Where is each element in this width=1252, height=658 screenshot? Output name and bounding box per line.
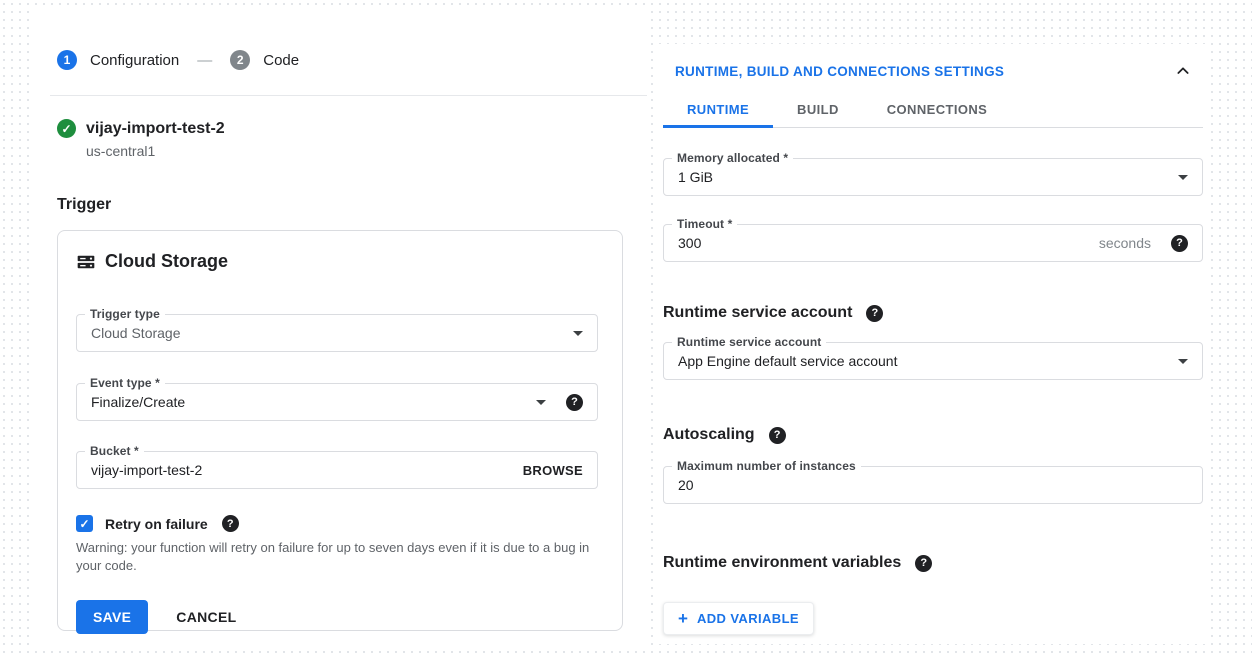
function-header: ✓ vijay-import-test-2 <box>57 119 623 138</box>
chevron-up-icon[interactable] <box>1175 63 1191 79</box>
service-account-help-icon[interactable]: ? <box>866 305 883 322</box>
dropdown-arrow-icon[interactable] <box>1178 175 1188 180</box>
memory-allocated-field[interactable]: Memory allocated * 1 GiB <box>663 158 1203 196</box>
function-region: us-central1 <box>86 143 623 159</box>
check-icon: ✓ <box>57 119 76 138</box>
stepper-separator: — <box>197 52 212 69</box>
service-account-field[interactable]: Runtime service account App Engine defau… <box>663 342 1203 380</box>
trigger-type-field[interactable]: Trigger type Cloud Storage <box>76 314 598 352</box>
retry-checkbox[interactable]: ✓ <box>76 515 93 532</box>
max-instances-value[interactable]: 20 <box>678 477 1188 493</box>
max-instances-field[interactable]: Maximum number of instances 20 <box>663 466 1203 504</box>
stepper: 1 Configuration — 2 Code <box>57 50 623 70</box>
dropdown-arrow-icon[interactable] <box>1178 359 1188 364</box>
env-vars-help-icon[interactable]: ? <box>915 555 932 572</box>
bucket-value[interactable]: vijay-import-test-2 <box>91 462 523 478</box>
tab-runtime[interactable]: RUNTIME <box>663 92 773 128</box>
autoscaling-help-icon[interactable]: ? <box>769 427 786 444</box>
configuration-panel: 1 Configuration — 2 Code ✓ vijay-import-… <box>32 8 648 650</box>
timeout-value[interactable]: 300 <box>678 235 1099 251</box>
step-2-circle[interactable]: 2 <box>230 50 250 70</box>
settings-panel: RUNTIME, BUILD AND CONNECTIONS SETTINGS … <box>658 44 1208 644</box>
timeout-help-icon[interactable]: ? <box>1171 235 1188 252</box>
tab-build[interactable]: BUILD <box>773 92 863 128</box>
trigger-card: Cloud Storage Trigger type Cloud Storage… <box>57 230 623 631</box>
trigger-type-value: Cloud Storage <box>91 325 573 341</box>
max-instances-label: Maximum number of instances <box>672 459 861 473</box>
timeout-label: Timeout * <box>672 217 737 231</box>
retry-help-icon[interactable]: ? <box>222 515 239 532</box>
step-2-label[interactable]: Code <box>263 52 299 69</box>
event-type-help-icon[interactable]: ? <box>566 394 583 411</box>
event-type-label: Event type * <box>85 376 165 390</box>
timeout-suffix: seconds <box>1099 235 1151 251</box>
dropdown-arrow-icon[interactable] <box>536 400 546 405</box>
retry-row: ✓ Retry on failure ? <box>76 515 598 532</box>
memory-allocated-value: 1 GiB <box>678 169 1178 185</box>
memory-allocated-label: Memory allocated * <box>672 151 793 165</box>
dropdown-arrow-icon[interactable] <box>573 331 583 336</box>
service-account-value: App Engine default service account <box>678 353 1178 369</box>
browse-button[interactable]: BROWSE <box>523 463 583 478</box>
runtime-service-account-heading: Runtime service account <box>663 304 852 322</box>
tab-connections[interactable]: CONNECTIONS <box>863 92 1011 128</box>
autoscaling-heading: Autoscaling <box>663 426 755 444</box>
add-variable-label: ADD VARIABLE <box>697 611 799 626</box>
service-account-label: Runtime service account <box>672 335 826 349</box>
add-variable-button[interactable]: + ADD VARIABLE <box>663 602 814 635</box>
cancel-button[interactable]: CANCEL <box>176 609 236 625</box>
settings-tabs: RUNTIME BUILD CONNECTIONS <box>663 92 1203 128</box>
save-button[interactable]: SAVE <box>76 600 148 634</box>
trigger-type-label: Trigger type <box>85 307 165 321</box>
step-1-label[interactable]: Configuration <box>90 52 179 69</box>
settings-header-toggle[interactable]: RUNTIME, BUILD AND CONNECTIONS SETTINGS <box>675 64 1004 79</box>
event-type-value: Finalize/Create <box>91 394 536 410</box>
env-vars-heading: Runtime environment variables <box>663 554 901 572</box>
trigger-section-title: Trigger <box>57 196 623 214</box>
plus-icon: + <box>678 612 688 625</box>
event-type-field[interactable]: Event type * Finalize/Create ? <box>76 383 598 421</box>
trigger-card-title: Cloud Storage <box>105 251 228 272</box>
bucket-label: Bucket * <box>85 444 144 458</box>
retry-warning-text: Warning: your function will retry on fai… <box>76 539 598 575</box>
step-1-circle[interactable]: 1 <box>57 50 77 70</box>
timeout-field[interactable]: Timeout * 300 seconds ? <box>663 224 1203 262</box>
function-name: vijay-import-test-2 <box>86 120 225 138</box>
bucket-field[interactable]: Bucket * vijay-import-test-2 BROWSE <box>76 451 598 489</box>
stepper-divider <box>50 95 647 96</box>
cloud-storage-icon <box>76 252 96 272</box>
retry-label[interactable]: Retry on failure <box>105 516 208 532</box>
checkbox-check-icon: ✓ <box>79 517 89 531</box>
